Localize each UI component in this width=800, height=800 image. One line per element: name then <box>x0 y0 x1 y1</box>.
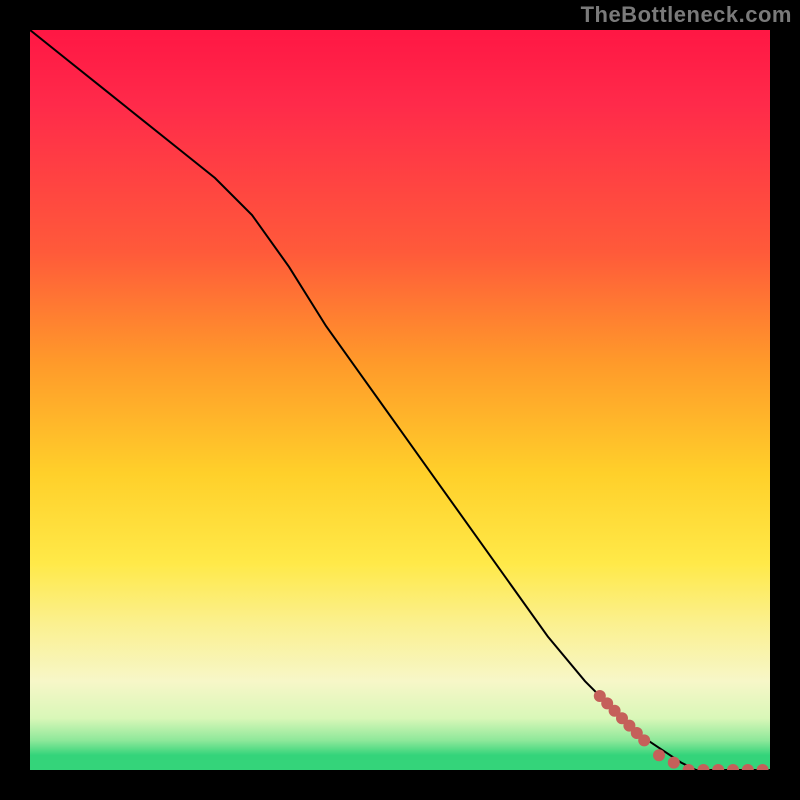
chart-overlay <box>30 30 770 770</box>
highlight-marker <box>653 749 665 761</box>
highlight-marker <box>757 764 769 770</box>
chart-frame: TheBottleneck.com <box>0 0 800 800</box>
highlight-markers <box>594 690 769 770</box>
highlight-marker <box>638 734 650 746</box>
bottleneck-curve <box>30 30 770 770</box>
highlight-marker <box>727 764 739 770</box>
watermark-text: TheBottleneck.com <box>581 2 792 28</box>
plot-area <box>30 30 770 770</box>
highlight-marker <box>668 757 680 769</box>
highlight-marker <box>697 764 709 770</box>
highlight-marker <box>742 764 754 770</box>
highlight-marker <box>712 764 724 770</box>
